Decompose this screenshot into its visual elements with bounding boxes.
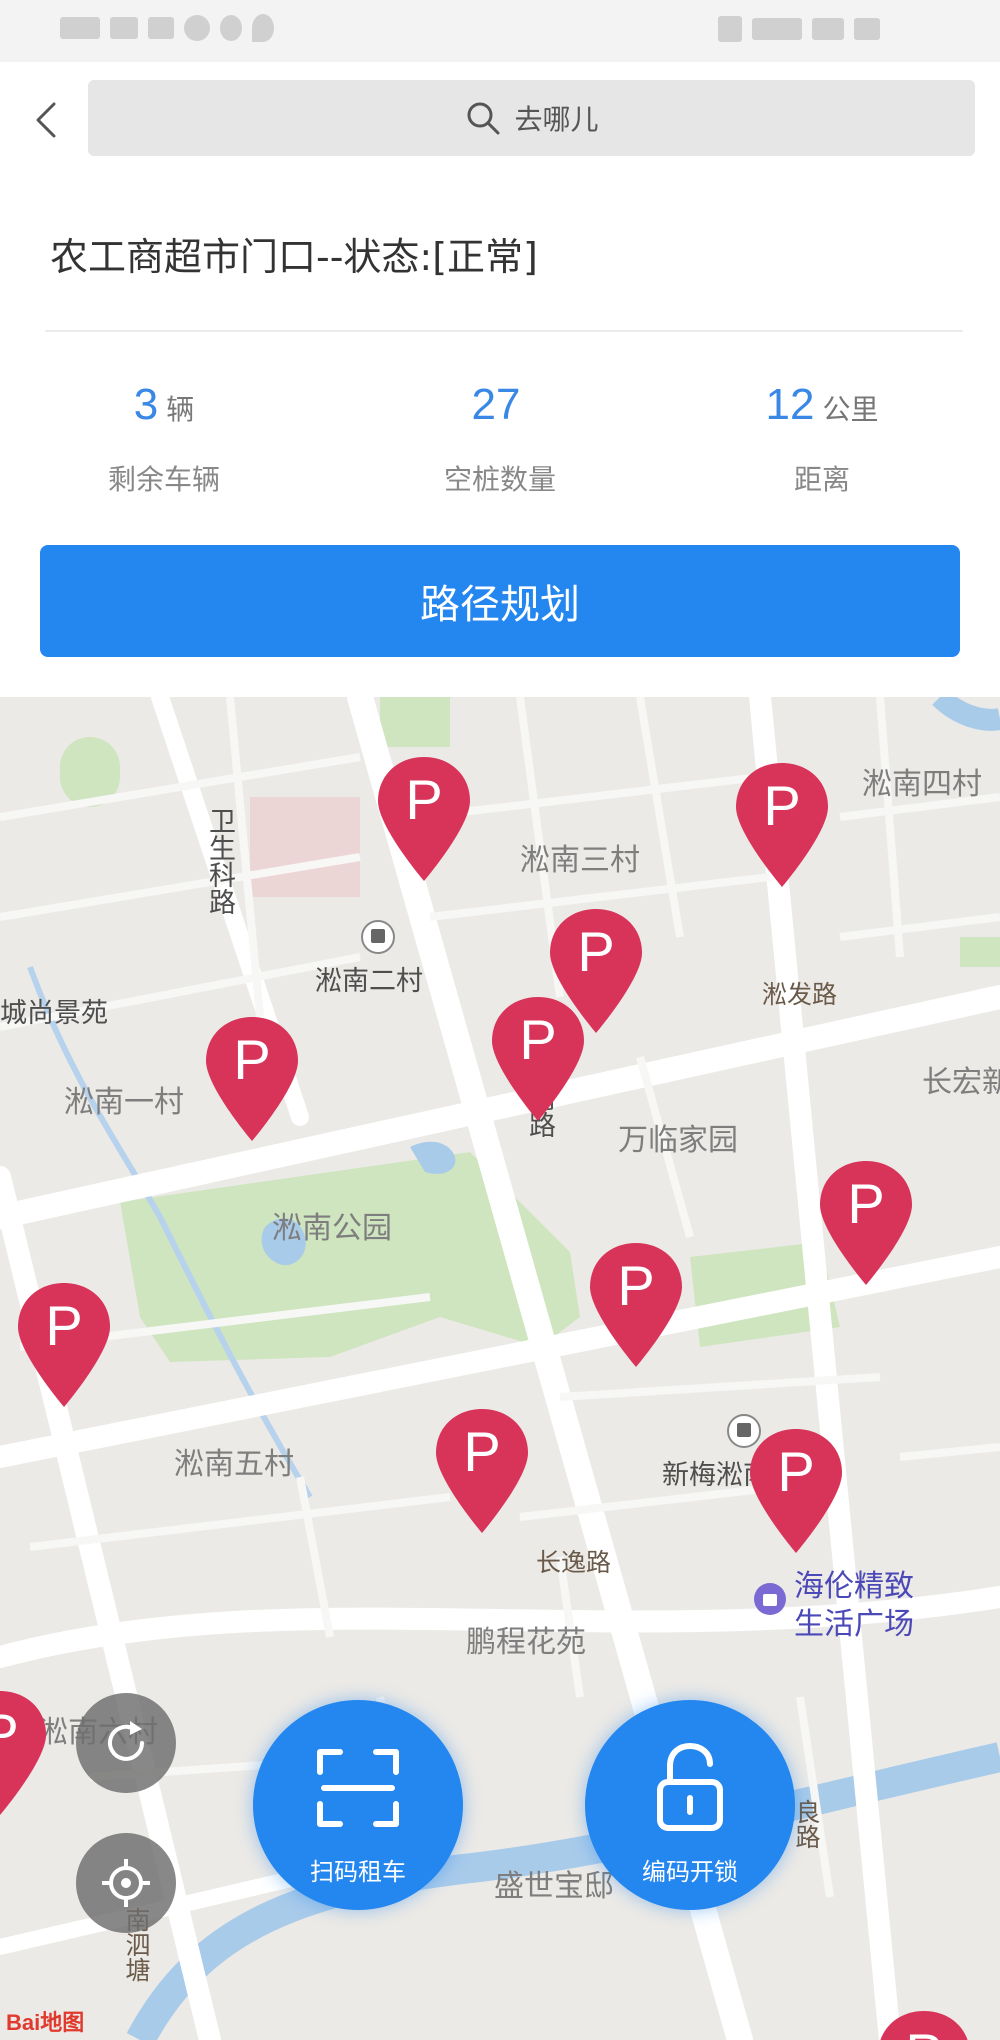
parking-pin-icon: P [820, 1161, 912, 1285]
svg-text:P: P [233, 1028, 270, 1091]
stat-label: 距离 [793, 463, 850, 496]
stat-label: 剩余车辆 [107, 463, 220, 496]
map-label: 淞发路 [762, 980, 838, 1009]
map-label: 淞南一村 [64, 1085, 184, 1120]
parking-pin-icon: P [750, 1429, 842, 1553]
parking-pin[interactable]: P [584, 1239, 688, 1369]
stat-value: 27 [471, 380, 521, 429]
search-placeholder: 去哪儿 [514, 103, 599, 136]
svg-text:P: P [763, 774, 800, 837]
map-label: 鹏程花苑 [466, 1625, 586, 1660]
parking-pin-icon: P [492, 997, 584, 1121]
map-label: 卫生科路 [204, 807, 235, 915]
status-icons-left [60, 14, 274, 42]
parking-pin-icon: P [378, 757, 470, 881]
parking-pin-icon: P [0, 1691, 46, 1815]
locate-button[interactable] [76, 1833, 176, 1933]
map-label: 淞南三村 [520, 843, 640, 878]
status-icons-right [718, 16, 960, 42]
code-unlock-label: 编码开锁 [642, 1858, 738, 1886]
scan-rent-label: 扫码租车 [310, 1858, 406, 1886]
parking-pin[interactable]: P [730, 759, 834, 889]
stat-distance: 12 公里 距离 [672, 380, 972, 498]
parking-pin[interactable]: P [0, 1687, 52, 1817]
scan-rent-button[interactable]: 扫码租车 [253, 1700, 463, 1910]
svg-text:P: P [905, 2022, 942, 2040]
stat-remaining-bikes: 3 辆 剩余车辆 [14, 380, 314, 498]
unlock-icon [657, 1742, 723, 1831]
svg-text:P: P [0, 1702, 19, 1765]
shopping-icon [754, 1583, 786, 1615]
map-view[interactable]: 卫生科路 淞南二村 淞南三村 淞南四村 城尚景苑 淞南一村 万临家园 淞南公园 … [0, 697, 1000, 2040]
stat-unit: 辆 [166, 393, 195, 426]
svg-text:P: P [777, 1440, 814, 1503]
crosshair-icon [102, 1859, 150, 1907]
station-stats: 3 辆 剩余车辆 27 空桩数量 12 公里 距离 [0, 380, 1000, 500]
map-label: 城尚景苑 [0, 998, 108, 1029]
parking-pin[interactable]: P [486, 993, 590, 1123]
station-title: 农工商超市门口--状态:[正常] [50, 235, 538, 279]
map-label: 淞南公园 [272, 1211, 392, 1246]
parking-pin[interactable]: P [200, 1013, 304, 1143]
code-unlock-button[interactable]: 编码开锁 [585, 1700, 795, 1910]
divider [45, 330, 963, 332]
scan-icon [317, 1749, 399, 1827]
status-bar [0, 0, 1000, 62]
route-planning-button[interactable]: 路径规划 [40, 545, 960, 657]
map-label: 海伦精致 [794, 1569, 914, 1604]
stat-value: 3 [133, 380, 159, 429]
svg-text:P: P [847, 1172, 884, 1235]
map-label: 长逸路 [536, 1548, 612, 1577]
parking-pin-icon: P [206, 1017, 298, 1141]
stat-value: 12 [765, 380, 815, 429]
bus-stop-icon [361, 920, 395, 954]
stat-label: 空桩数量 [443, 463, 556, 496]
parking-pin[interactable]: P [372, 753, 476, 883]
parking-pin[interactable]: P [12, 1279, 116, 1409]
map-attribution: Bai地图 [6, 2010, 85, 2035]
parking-pin-icon: P [880, 2011, 968, 2040]
stat-empty-docks: 27 空桩数量 [350, 380, 650, 498]
map-label: 万临家园 [618, 1123, 738, 1158]
map-label: 淞南五村 [174, 1447, 294, 1482]
search-input[interactable]: 去哪儿 [88, 80, 975, 156]
svg-text:P: P [405, 768, 442, 831]
refresh-icon [108, 1721, 144, 1761]
map-label: 生活广场 [794, 1607, 914, 1642]
map-label: 长宏新 [922, 1065, 1000, 1100]
parking-pin[interactable]: P [430, 1405, 534, 1535]
stat-unit: 公里 [822, 393, 879, 426]
svg-text:P: P [463, 1420, 500, 1483]
parking-pin-icon: P [736, 763, 828, 887]
parking-pin-icon: P [18, 1283, 110, 1407]
svg-text:P: P [617, 1254, 654, 1317]
parking-pin-icon: P [436, 1409, 528, 1533]
svg-text:P: P [577, 920, 614, 983]
back-button[interactable] [22, 90, 72, 150]
parking-pin[interactable]: P [814, 1157, 918, 1287]
parking-pin-icon: P [590, 1243, 682, 1367]
map-label: 淞南二村 [315, 966, 423, 997]
parking-pin[interactable]: P [744, 1425, 848, 1555]
svg-text:P: P [519, 1008, 556, 1071]
refresh-button[interactable] [76, 1693, 176, 1793]
svg-text:P: P [45, 1294, 82, 1357]
chevron-left-icon [36, 102, 56, 138]
parking-pin[interactable]: P [872, 2007, 976, 2040]
header: 去哪儿 [0, 62, 1000, 174]
map-label: 淞南四村 [862, 767, 982, 802]
search-icon [464, 99, 502, 137]
